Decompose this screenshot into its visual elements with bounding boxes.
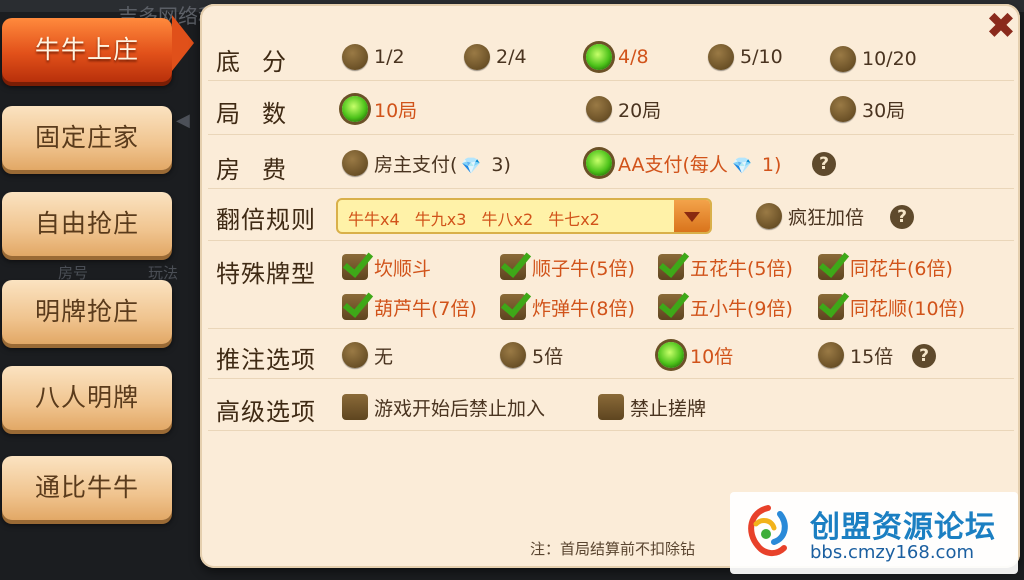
footnote: 注：首局结算前不扣除钻 xyxy=(530,540,696,558)
no-join-after-start-option[interactable]: 游戏开始后禁止加入 xyxy=(342,392,545,422)
tab-fixed-banker[interactable]: 固定庄家 xyxy=(2,106,172,170)
special-option[interactable]: 坎顺斗 xyxy=(342,252,431,282)
rounds-option[interactable]: 30局 xyxy=(830,94,905,124)
tab-eight-player-open[interactable]: 八人明牌 xyxy=(2,366,172,430)
divider xyxy=(208,378,1014,379)
radio-icon xyxy=(342,44,368,70)
special-option[interactable]: 炸弹牛(8倍) xyxy=(500,292,635,322)
chevron-down-icon[interactable] xyxy=(674,200,710,232)
room-fee-aa-option-selected[interactable]: AA支付(每人 💎 1) xyxy=(586,148,781,178)
push-bet-option-selected[interactable]: 10倍 xyxy=(658,340,733,370)
checkbox-checked-icon xyxy=(342,294,368,320)
multiplier-value: 牛牛x4 牛九x3 牛八x2 牛七x2 xyxy=(348,210,600,229)
radio-icon xyxy=(756,203,782,229)
help-icon[interactable]: ? xyxy=(812,152,836,176)
push-bet-option[interactable]: 15倍 xyxy=(818,340,893,370)
special-option[interactable]: 五花牛(5倍) xyxy=(658,252,793,282)
base-score-option[interactable]: 1/2 xyxy=(342,42,405,72)
multiplier-label: 翻倍规则 xyxy=(216,206,316,234)
push-bet-label: 推注选项 xyxy=(216,346,316,374)
radio-icon xyxy=(500,342,526,368)
checkbox-icon xyxy=(342,394,368,420)
checkbox-checked-icon xyxy=(342,254,368,280)
radio-icon xyxy=(464,44,490,70)
divider xyxy=(208,240,1014,241)
watermark: 创盟资源论坛 bbs.cmzy168.com xyxy=(730,492,1018,574)
radio-icon xyxy=(708,44,734,70)
help-icon[interactable]: ? xyxy=(890,205,914,229)
radio-selected-icon xyxy=(586,150,612,176)
tab-free-grab-banker[interactable]: 自由抢庄 xyxy=(2,192,172,256)
diamond-icon: 💎 xyxy=(461,155,482,175)
radio-selected-icon xyxy=(342,96,368,122)
speaker-icon: ◀ xyxy=(176,110,190,131)
divider xyxy=(208,134,1014,135)
radio-icon xyxy=(342,150,368,176)
checkbox-icon xyxy=(598,394,624,420)
base-score-option-selected[interactable]: 4/8 xyxy=(586,42,649,72)
advanced-label: 高级选项 xyxy=(216,398,316,426)
push-bet-option[interactable]: 无 xyxy=(342,340,393,370)
checkbox-checked-icon xyxy=(500,294,526,320)
tab-tongbi-niuniu[interactable]: 通比牛牛 xyxy=(2,456,172,520)
room-fee-owner-option[interactable]: 房主支付(💎 3) xyxy=(342,148,511,178)
radio-selected-icon xyxy=(586,44,612,70)
crazy-double-option[interactable]: 疯狂加倍 xyxy=(756,201,864,231)
radio-icon xyxy=(818,342,844,368)
checkbox-checked-icon xyxy=(818,254,844,280)
tab-niuniu-banker[interactable]: 牛牛上庄 xyxy=(2,18,172,82)
radio-icon xyxy=(586,96,612,122)
special-option[interactable]: 五小牛(9倍) xyxy=(658,292,793,322)
radio-icon xyxy=(830,46,856,72)
tab-open-card-grab-banker[interactable]: 明牌抢庄 xyxy=(2,280,172,344)
divider xyxy=(208,430,1014,431)
base-score-option[interactable]: 2/4 xyxy=(464,42,527,72)
divider xyxy=(208,328,1014,329)
checkbox-checked-icon xyxy=(500,254,526,280)
no-card-squeeze-option[interactable]: 禁止搓牌 xyxy=(598,392,706,422)
help-icon[interactable]: ? xyxy=(912,344,936,368)
diamond-icon: 💎 xyxy=(731,155,752,175)
rounds-option[interactable]: 20局 xyxy=(586,94,661,124)
radio-icon xyxy=(342,342,368,368)
checkbox-checked-icon xyxy=(818,294,844,320)
watermark-url: bbs.cmzy168.com xyxy=(810,542,975,563)
checkbox-checked-icon xyxy=(658,294,684,320)
radio-icon xyxy=(830,96,856,122)
close-icon[interactable]: ✖ xyxy=(984,9,1018,45)
create-room-panel xyxy=(200,4,1020,568)
special-option[interactable]: 顺子牛(5倍) xyxy=(500,252,635,282)
base-score-option[interactable]: 10/20 xyxy=(830,44,917,74)
active-tab-arrow xyxy=(172,15,194,71)
rounds-option-selected[interactable]: 10局 xyxy=(342,94,417,124)
special-option[interactable]: 葫芦牛(7倍) xyxy=(342,292,477,322)
divider xyxy=(208,188,1014,189)
watermark-title: 创盟资源论坛 xyxy=(810,510,996,545)
push-bet-option[interactable]: 5倍 xyxy=(500,340,563,370)
base-score-option[interactable]: 5/10 xyxy=(708,42,783,72)
checkbox-checked-icon xyxy=(658,254,684,280)
base-score-label: 底分 xyxy=(216,48,308,76)
special-option[interactable]: 同花牛(6倍) xyxy=(818,252,953,282)
rounds-label: 局数 xyxy=(216,100,308,128)
special-types-label: 特殊牌型 xyxy=(216,260,316,288)
multiplier-dropdown[interactable]: 牛牛x4 牛九x3 牛八x2 牛七x2 xyxy=(336,198,712,234)
special-option[interactable]: 同花顺(10倍) xyxy=(818,292,965,322)
divider xyxy=(208,80,1014,81)
room-fee-label: 房费 xyxy=(216,156,308,184)
radio-selected-icon xyxy=(658,342,684,368)
forum-logo-icon xyxy=(748,505,788,556)
